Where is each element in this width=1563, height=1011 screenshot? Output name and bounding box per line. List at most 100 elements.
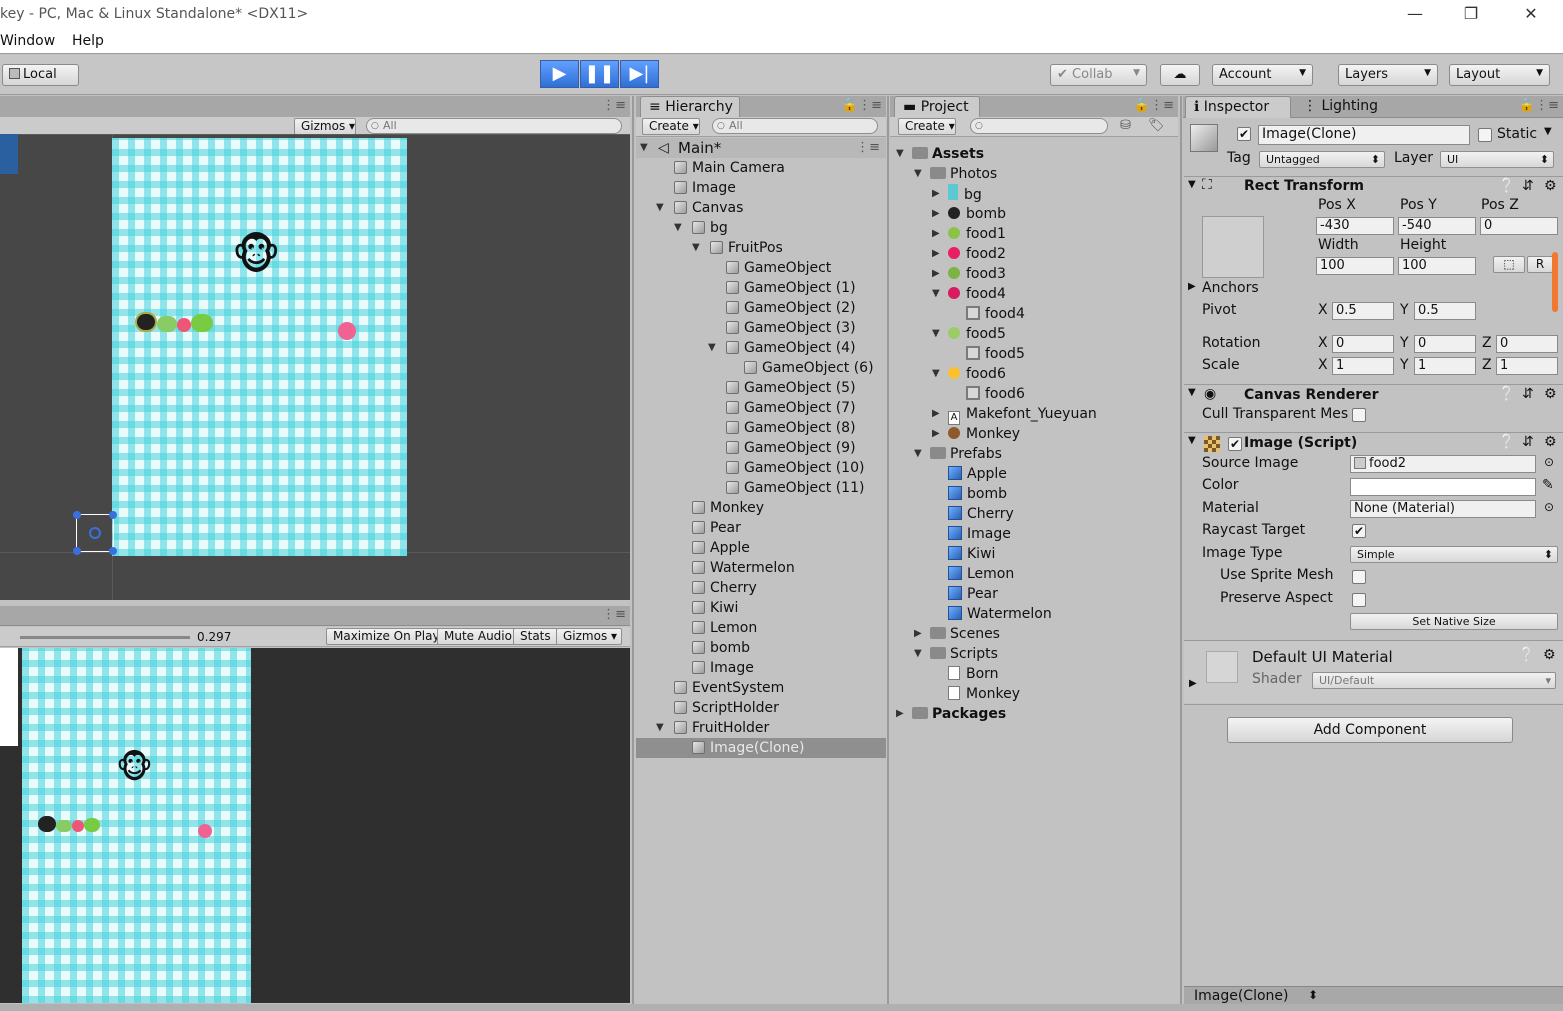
expand-icon[interactable]: ▼ xyxy=(1188,179,1196,190)
hierarchy-row[interactable]: Monkey xyxy=(636,498,886,518)
project-row[interactable]: ▶ food2 xyxy=(890,244,1178,264)
hierarchy-row[interactable]: bomb xyxy=(636,638,886,658)
scene-view[interactable]: 🐵 xyxy=(0,134,630,600)
collab-button[interactable]: ✔ Collab ▼ xyxy=(1050,64,1147,86)
expand-icon[interactable]: ▶ xyxy=(896,704,904,724)
scale-y-field[interactable]: 1 xyxy=(1414,357,1476,375)
hierarchy-row[interactable]: Watermelon xyxy=(636,558,886,578)
expand-icon[interactable]: ▼ xyxy=(1188,387,1196,398)
stats-toggle[interactable]: Stats xyxy=(513,628,558,645)
expand-icon[interactable]: ▶ xyxy=(932,404,940,424)
raycast-checkbox[interactable]: ✔ xyxy=(1352,524,1366,538)
material-field[interactable]: None (Material) xyxy=(1350,500,1536,518)
close-button[interactable]: ✕ xyxy=(1516,4,1546,26)
restore-button[interactable]: ❐ xyxy=(1456,4,1486,26)
image-type-dropdown[interactable]: Simple ⬍ xyxy=(1350,546,1558,563)
expand-icon[interactable]: ▼ xyxy=(932,364,940,384)
monkey-sprite[interactable]: 🐵 xyxy=(232,226,282,284)
scrollbar-thumb[interactable] xyxy=(1552,252,1558,312)
hierarchy-row[interactable]: Cherry xyxy=(636,578,886,598)
hierarchy-row[interactable]: Lemon xyxy=(636,618,886,638)
pivot-y-field[interactable]: 0.5 xyxy=(1414,302,1476,320)
project-row[interactable]: ▶ Monkey xyxy=(890,424,1178,444)
expand-icon[interactable]: ▼ xyxy=(932,324,940,344)
account-dropdown[interactable]: Account ▼ xyxy=(1212,64,1313,86)
hierarchy-row[interactable]: GameObject (2) xyxy=(636,298,886,318)
hierarchy-row[interactable]: Image xyxy=(636,658,886,678)
project-row[interactable]: ▼ Assets xyxy=(890,144,1178,164)
project-row[interactable]: Monkey xyxy=(890,684,1178,704)
anchors-expand-icon[interactable]: ▶ xyxy=(1188,281,1196,292)
hierarchy-row[interactable]: Kiwi xyxy=(636,598,886,618)
hierarchy-row[interactable]: EventSystem xyxy=(636,678,886,698)
project-row[interactable]: ▶ bg xyxy=(890,184,1178,204)
play-button[interactable]: ▶ xyxy=(540,60,579,88)
expand-icon[interactable]: ▼ xyxy=(708,338,716,358)
project-row[interactable]: ▼ food6 xyxy=(890,364,1178,384)
pivot-handle[interactable] xyxy=(89,527,101,539)
help-icon[interactable]: ❔ xyxy=(1518,647,1535,663)
scene-search-input[interactable]: All xyxy=(366,118,622,134)
selection-rect[interactable] xyxy=(73,511,117,555)
hierarchy-row[interactable]: Apple xyxy=(636,538,886,558)
hierarchy-row[interactable]: GameObject (1) xyxy=(636,278,886,298)
posy-field[interactable]: -540 xyxy=(1398,217,1476,235)
project-row[interactable]: ▶ bomb xyxy=(890,204,1178,224)
gear-icon[interactable]: ⚙ xyxy=(1543,647,1556,663)
expand-icon[interactable]: ▶ xyxy=(914,624,922,644)
rect-transform-header[interactable]: ▼ ⛶ Rect Transform ❔ ⇵ ⚙ xyxy=(1184,176,1563,198)
tab-project[interactable]: ▬ Project xyxy=(894,96,980,118)
project-row[interactable]: Lemon xyxy=(890,564,1178,584)
project-row[interactable]: Pear xyxy=(890,584,1178,604)
pivot-local-toggle[interactable]: Local xyxy=(2,64,79,86)
gear-icon[interactable]: ⚙ xyxy=(1544,386,1557,402)
hierarchy-row[interactable]: GameObject (11) xyxy=(636,478,886,498)
filter-type-icon[interactable]: ⛁ xyxy=(1120,118,1131,133)
project-row[interactable]: ▶ Packages xyxy=(890,704,1178,724)
tab-lighting[interactable]: ⋮ Lighting xyxy=(1295,96,1395,118)
lock-icon[interactable]: 🔒⋮≡ xyxy=(1134,98,1174,113)
project-row[interactable]: Kiwi xyxy=(890,544,1178,564)
expand-icon[interactable]: ▶ xyxy=(932,264,940,284)
cloud-button[interactable]: ☁ xyxy=(1160,64,1200,86)
project-row[interactable]: Watermelon xyxy=(890,604,1178,624)
rect-handle[interactable] xyxy=(109,511,117,519)
expand-icon[interactable]: ▶ xyxy=(932,184,940,204)
preview-drag-handle[interactable]: ⬍ xyxy=(1308,988,1318,1002)
project-row[interactable]: food5 xyxy=(890,344,1178,364)
add-component-button[interactable]: Add Component xyxy=(1227,717,1513,743)
rect-handle[interactable] xyxy=(109,547,117,555)
expand-icon[interactable]: ▼ xyxy=(914,164,922,184)
layers-dropdown[interactable]: Layers ▼ xyxy=(1338,64,1438,86)
hierarchy-row[interactable]: ▼ FruitPos xyxy=(636,238,886,258)
hierarchy-row[interactable]: ▼ GameObject (4) xyxy=(636,338,886,358)
gameobject-name-field[interactable]: Image(Clone) xyxy=(1258,125,1470,145)
project-create-dropdown[interactable]: Create ▾ xyxy=(898,118,956,135)
expand-icon[interactable]: ▶ xyxy=(932,244,940,264)
expand-icon[interactable]: ▶ xyxy=(932,424,940,444)
project-row[interactable]: ▶ A Makefont_Yueyuan xyxy=(890,404,1178,425)
expand-icon[interactable]: ▼ xyxy=(656,198,664,218)
preset-icon[interactable]: ⇵ xyxy=(1522,434,1534,450)
expand-icon[interactable]: ▶ xyxy=(932,224,940,244)
maximize-on-play-toggle[interactable]: Maximize On Play xyxy=(326,628,447,645)
expand-icon[interactable]: ▼ xyxy=(914,644,922,664)
project-row[interactable]: ▶ Scenes xyxy=(890,624,1178,644)
object-picker-icon[interactable]: ⊙ xyxy=(1544,455,1554,469)
game-gizmos-dropdown[interactable]: Gizmos ▾ xyxy=(556,628,622,645)
expand-icon[interactable]: ▼ xyxy=(692,238,700,258)
cherry-sprite[interactable] xyxy=(338,322,356,340)
hierarchy-search-input[interactable]: All xyxy=(712,118,878,134)
hierarchy-row[interactable]: GameObject (5) xyxy=(636,378,886,398)
hierarchy-row[interactable]: GameObject (10) xyxy=(636,458,886,478)
project-row[interactable]: food6 xyxy=(890,384,1178,404)
expand-icon[interactable]: ▼ xyxy=(914,444,922,464)
image-enabled-checkbox[interactable]: ✔ xyxy=(1228,437,1242,451)
expand-icon[interactable]: ▼ xyxy=(656,718,664,738)
rotation-z-field[interactable]: 0 xyxy=(1496,335,1558,353)
help-icon[interactable]: ❔ xyxy=(1498,434,1515,450)
rect-handle[interactable] xyxy=(73,511,81,519)
expand-icon[interactable]: ▼ xyxy=(640,138,648,158)
scene-header[interactable]: ▼ ◁ Main* ⋮≡ xyxy=(636,138,886,158)
hierarchy-row[interactable]: GameObject (3) xyxy=(636,318,886,338)
